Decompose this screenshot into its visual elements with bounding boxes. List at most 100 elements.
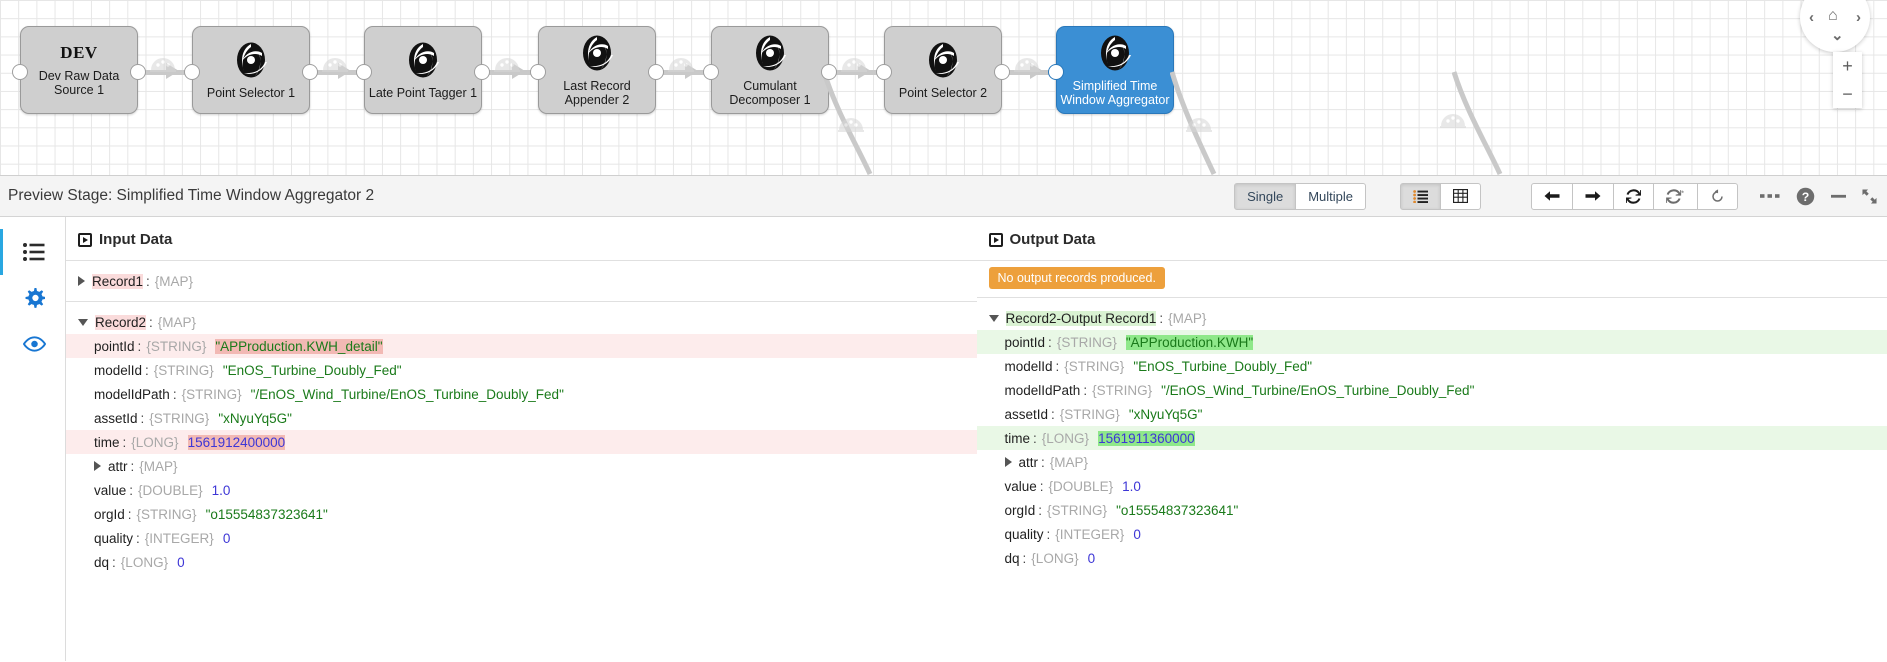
caret-down-icon[interactable]	[988, 314, 999, 322]
node-input-port[interactable]	[12, 64, 28, 80]
field-row[interactable]: quality: {INTEGER} 0	[66, 526, 977, 550]
nav-forward-button[interactable]	[1572, 182, 1614, 210]
field-row[interactable]: modelIdPath: {STRING} "/EnOS_Wind_Turbine/…	[66, 382, 977, 406]
record-mode-toggle[interactable]: Single Multiple	[1234, 182, 1366, 210]
pan-home-icon[interactable]: ⌂	[1828, 8, 1838, 24]
record-row[interactable]: Record2-Output Record1: {MAP}	[977, 306, 1887, 330]
nav-refresh-button[interactable]	[1613, 182, 1654, 210]
field-row[interactable]: time: {LONG} 1561912400000	[66, 430, 977, 454]
field-row[interactable]: attr: {MAP}	[977, 450, 1887, 474]
record-name: Record2-Output Record1	[1005, 310, 1157, 326]
field-row[interactable]: assetId: {STRING} "xNyuYq5G"	[66, 406, 977, 430]
field-row[interactable]: dq: {LONG} 0	[66, 550, 977, 574]
pipeline-node-simplified-time-window-aggregator[interactable]: Simplified Time Window Aggregator	[1056, 26, 1174, 114]
zoom-out-button[interactable]: −	[1833, 80, 1862, 108]
input-pane-header: Input Data	[66, 231, 977, 260]
view-list-button[interactable]	[1400, 182, 1441, 210]
pipeline-node-point-selector-2[interactable]: Point Selector 2	[884, 26, 1002, 114]
pipeline-node-cumulant-decomposer-1[interactable]: Cumulant Decomposer 1	[711, 26, 829, 114]
expand-icon[interactable]	[1862, 188, 1877, 204]
field-row[interactable]: attr: {MAP}	[66, 454, 977, 478]
record-row[interactable]: Record1: {MAP}	[66, 269, 977, 293]
help-icon[interactable]: ?	[1796, 187, 1815, 206]
nav-refresh-all-button[interactable]: *	[1653, 182, 1698, 210]
node-output-port[interactable]	[302, 64, 318, 80]
caret-right-icon[interactable]	[94, 461, 101, 471]
caret-right-icon[interactable]	[78, 276, 85, 286]
colon: :	[1051, 406, 1055, 422]
navigation-buttons[interactable]: *	[1531, 182, 1738, 210]
pan-down-icon[interactable]: ⌄	[1831, 28, 1844, 43]
node-input-port[interactable]	[1048, 64, 1064, 80]
field-row[interactable]: assetId: {STRING} "xNyuYq5G"	[977, 402, 1887, 426]
field-row[interactable]: orgId: {STRING} "o15554837323641"	[66, 502, 977, 526]
pipeline-canvas[interactable]: DEV Dev Raw Data Source 1 Point Selector 1…	[0, 0, 1887, 176]
field-row[interactable]: pointId: {STRING} "APProduction.KWH_detail…	[66, 334, 977, 358]
field-key: quality	[1004, 526, 1044, 542]
pipeline-node-late-point-tagger-1[interactable]: Late Point Tagger 1	[364, 26, 482, 114]
node-label: Point Selector 1	[206, 86, 296, 100]
enos-logo-icon	[237, 42, 267, 78]
field-value: 1561912400000	[187, 434, 286, 450]
field-row[interactable]: orgId: {STRING} "o15554837323641"	[977, 498, 1887, 522]
field-row[interactable]: value: {DOUBLE} 1.0	[977, 474, 1887, 498]
mode-single-button[interactable]: Single	[1234, 182, 1297, 210]
node-input-port[interactable]	[876, 64, 892, 80]
field-row[interactable]: modelId: {STRING} "EnOS_Turbine_Doubly_Fed…	[66, 358, 977, 382]
node-output-port[interactable]	[130, 64, 146, 80]
mode-multiple-button[interactable]: Multiple	[1295, 182, 1366, 210]
node-output-port[interactable]	[821, 64, 837, 80]
nav-revert-button[interactable]	[1697, 182, 1738, 210]
pan-control[interactable]: ⌃ ‹ ⌂ › ⌄	[1800, 0, 1870, 52]
node-input-port[interactable]	[530, 64, 546, 80]
field-row[interactable]: pointId: {STRING} "APProduction.KWH"	[976, 330, 1887, 354]
colon: :	[1038, 502, 1043, 518]
pan-left-icon[interactable]: ‹	[1809, 10, 1814, 25]
more-options-icon[interactable]	[1760, 193, 1780, 199]
node-output-port[interactable]	[474, 64, 490, 80]
pan-up-icon[interactable]: ⌃	[1831, 0, 1844, 3]
preview-toolbar: Preview Stage: Simplified Time Window Ag…	[0, 176, 1887, 217]
field-value: "xNyuYq5G"	[218, 410, 292, 426]
pipeline-node-dev-raw-data-source-1[interactable]: DEV Dev Raw Data Source 1	[20, 26, 138, 114]
caret-right-icon[interactable]	[1004, 457, 1012, 467]
view-table-button[interactable]	[1440, 182, 1481, 210]
field-row[interactable]: modelIdPath: {STRING} "/EnOS_Wind_Turbine/…	[977, 378, 1887, 402]
field-row[interactable]: quality: {INTEGER} 0	[977, 522, 1887, 546]
sidebar-item-list-view[interactable]	[0, 229, 65, 275]
colon: :	[140, 410, 145, 426]
pipeline-node-point-selector-1[interactable]: Point Selector 1	[192, 26, 310, 114]
field-type: {STRING}	[1059, 406, 1120, 422]
node-output-port[interactable]	[994, 64, 1010, 80]
record-row[interactable]: Record2: {MAP}	[66, 310, 977, 334]
field-key: pointId	[1004, 334, 1046, 350]
sidebar-item-settings[interactable]	[0, 275, 65, 321]
sidebar-item-preview[interactable]	[0, 321, 65, 367]
node-input-port[interactable]	[184, 64, 200, 80]
node-input-port[interactable]	[356, 64, 372, 80]
node-output-port[interactable]	[648, 64, 664, 80]
meter-icon	[322, 58, 348, 72]
zoom-control[interactable]: + −	[1833, 52, 1862, 108]
refresh-icon	[1626, 188, 1641, 204]
nav-back-button[interactable]	[1531, 182, 1573, 210]
enos-logo-icon	[756, 35, 786, 71]
link-meter	[322, 54, 348, 77]
field-row[interactable]: dq: {LONG} 0	[977, 546, 1887, 570]
field-type: {STRING}	[1064, 358, 1125, 374]
node-input-port[interactable]	[703, 64, 719, 80]
zoom-in-button[interactable]: +	[1833, 52, 1862, 80]
node-label: Cumulant Decomposer 1	[729, 79, 811, 107]
field-row[interactable]: modelId: {STRING} "EnOS_Turbine_Doubly_Fed…	[977, 354, 1887, 378]
minimize-icon[interactable]	[1831, 193, 1846, 199]
pan-right-icon[interactable]: ›	[1856, 10, 1861, 25]
view-mode-toggle[interactable]	[1400, 182, 1481, 210]
field-row[interactable]: time: {LONG} 1561911360000	[976, 426, 1887, 450]
field-key: value	[94, 482, 127, 498]
colon: :	[122, 434, 127, 450]
field-row[interactable]: value: {DOUBLE} 1.0	[66, 478, 977, 502]
pipeline-node-last-record-appender-2[interactable]: Last Record Appender 2	[538, 26, 656, 114]
meter-icon	[1186, 118, 1212, 132]
caret-down-icon[interactable]	[78, 318, 88, 326]
colon: :	[146, 273, 150, 289]
